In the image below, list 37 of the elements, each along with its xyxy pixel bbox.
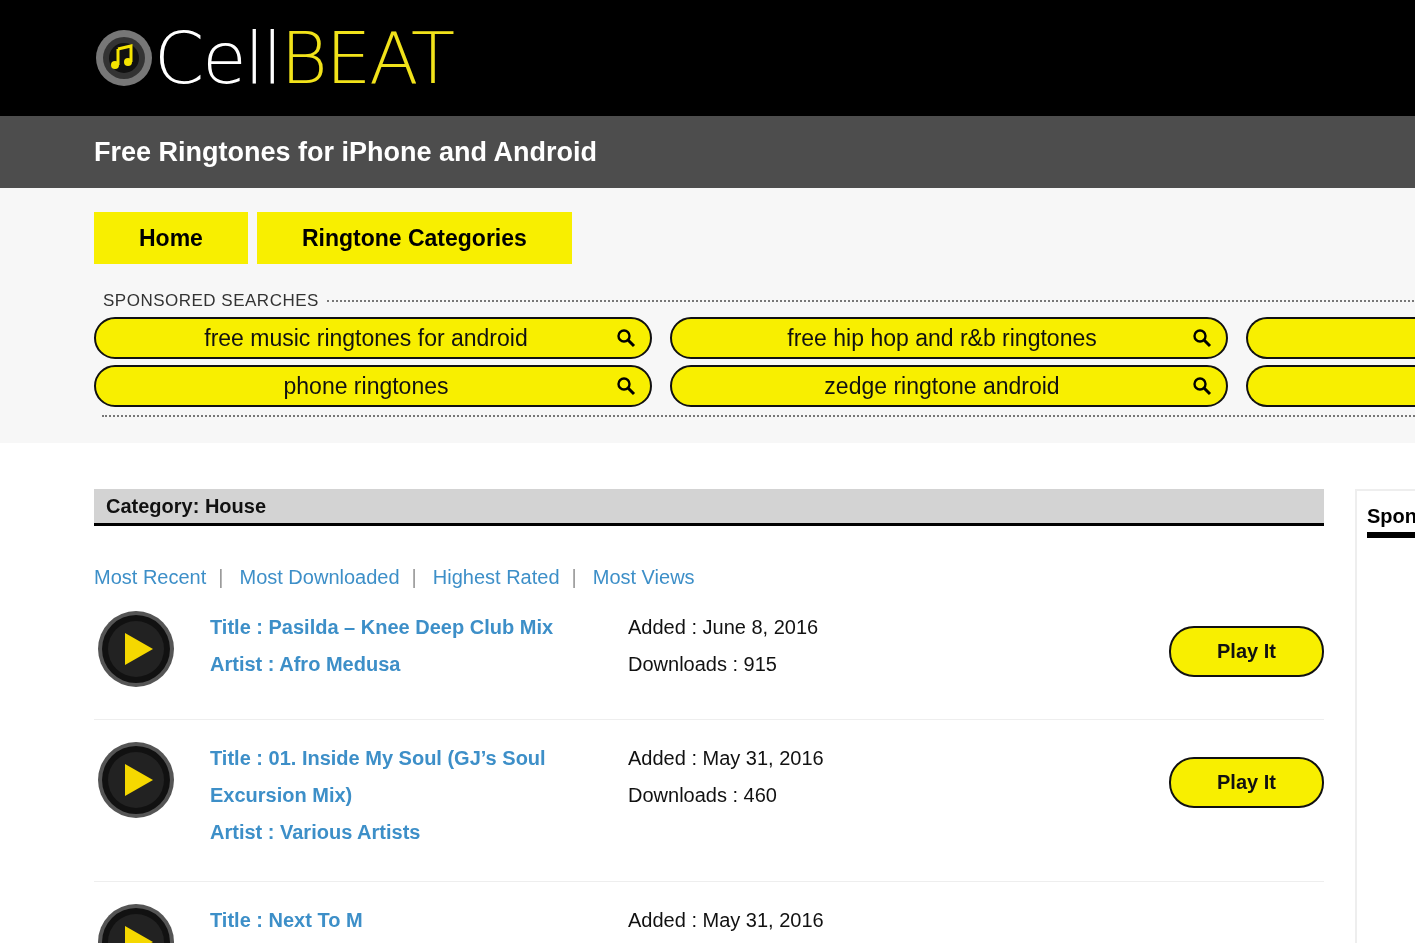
separator: | — [218, 566, 224, 589]
download-count: Downloads : 460 — [628, 783, 778, 808]
search-pill[interactable]: free hip hop and r&b ringtones — [670, 317, 1228, 359]
logo-text[interactable]: Cell BEAT — [154, 22, 453, 94]
date-added: Added : May 31, 2016 — [628, 746, 825, 771]
play-button[interactable]: Play It — [1169, 757, 1324, 808]
play-button[interactable]: Play It — [1169, 626, 1324, 677]
sort-link[interactable]: Highest Rated — [432, 566, 560, 589]
ringtone-title[interactable]: Title : Pasilda – Knee Deep Club Mix — [210, 609, 592, 646]
sort-link[interactable]: Most Downloaded — [239, 566, 400, 589]
ringtone-title[interactable]: Title : Next To M — [210, 902, 592, 939]
date-added: Added : June 8, 2016 — [628, 615, 820, 640]
separator: | — [411, 566, 417, 589]
artist-name[interactable]: Artist : Afro Medusa — [210, 646, 592, 683]
search-pill[interactable]: phone ringtones — [94, 365, 652, 407]
site-tagline: Free Ringtones for iPhone and Android — [94, 136, 597, 168]
download-count: Downloads : 915 — [628, 652, 778, 677]
artist-name[interactable]: Artist : Various Artists — [210, 814, 592, 851]
sidebar-heading: Spon — [1367, 505, 1415, 538]
ringtone-title[interactable]: Title : 01. Inside My Soul (GJ’s Soul Excursion Mix) — [210, 740, 592, 814]
section-heading: SPONSORED SEARCHES — [103, 291, 319, 311]
search-icon — [616, 376, 636, 396]
nav-button[interactable]: Home — [94, 212, 248, 264]
nav-button[interactable]: Ringtone Categories — [256, 212, 572, 264]
music-note-disc-icon — [94, 28, 154, 88]
search-pill[interactable]: free music ringtones for android — [94, 317, 652, 359]
play-icon — [96, 740, 176, 820]
search-pill[interactable]: zedge ringtone android — [670, 365, 1228, 407]
sort-link[interactable]: Most Recent — [94, 566, 207, 589]
search-icon — [1192, 376, 1212, 396]
search-icon — [1192, 328, 1212, 348]
category-heading: Category: House — [94, 489, 1324, 526]
play-icon — [96, 609, 176, 689]
date-added: Added : May 31, 2016 — [628, 908, 825, 933]
search-icon — [616, 328, 636, 348]
separator: | — [571, 566, 577, 589]
sort-link[interactable]: Most Views — [592, 566, 695, 589]
